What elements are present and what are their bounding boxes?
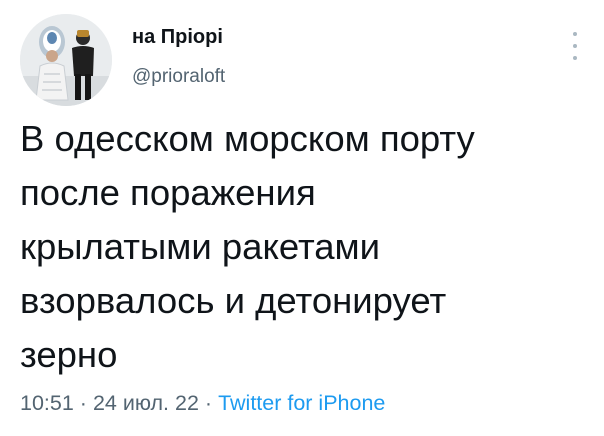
avatar[interactable] xyxy=(20,14,112,106)
more-vertical-icon[interactable] xyxy=(570,32,580,60)
more-dot xyxy=(573,32,577,36)
tweet-meta: 10:51 · 24 июл. 22 · Twitter for iPhone xyxy=(20,389,385,417)
more-dot xyxy=(573,44,577,48)
author-names: на Пріорі @prioraloft xyxy=(132,24,225,90)
tweet-date[interactable]: 24 июл. 22 xyxy=(93,391,199,415)
tweet-source-link[interactable]: Twitter for iPhone xyxy=(218,391,385,415)
avatar-photo-icon xyxy=(20,14,112,106)
meta-separator: · xyxy=(204,391,213,415)
handle[interactable]: @prioraloft xyxy=(132,64,225,90)
more-dot xyxy=(573,56,577,60)
meta-separator: · xyxy=(79,391,87,415)
tweet-time[interactable]: 10:51 xyxy=(20,391,74,415)
tweet-text: В одесском морском порту после поражения… xyxy=(20,118,475,375)
display-name[interactable]: на Пріорі xyxy=(132,24,225,50)
tweet-header: на Пріорі @prioraloft xyxy=(20,14,584,106)
